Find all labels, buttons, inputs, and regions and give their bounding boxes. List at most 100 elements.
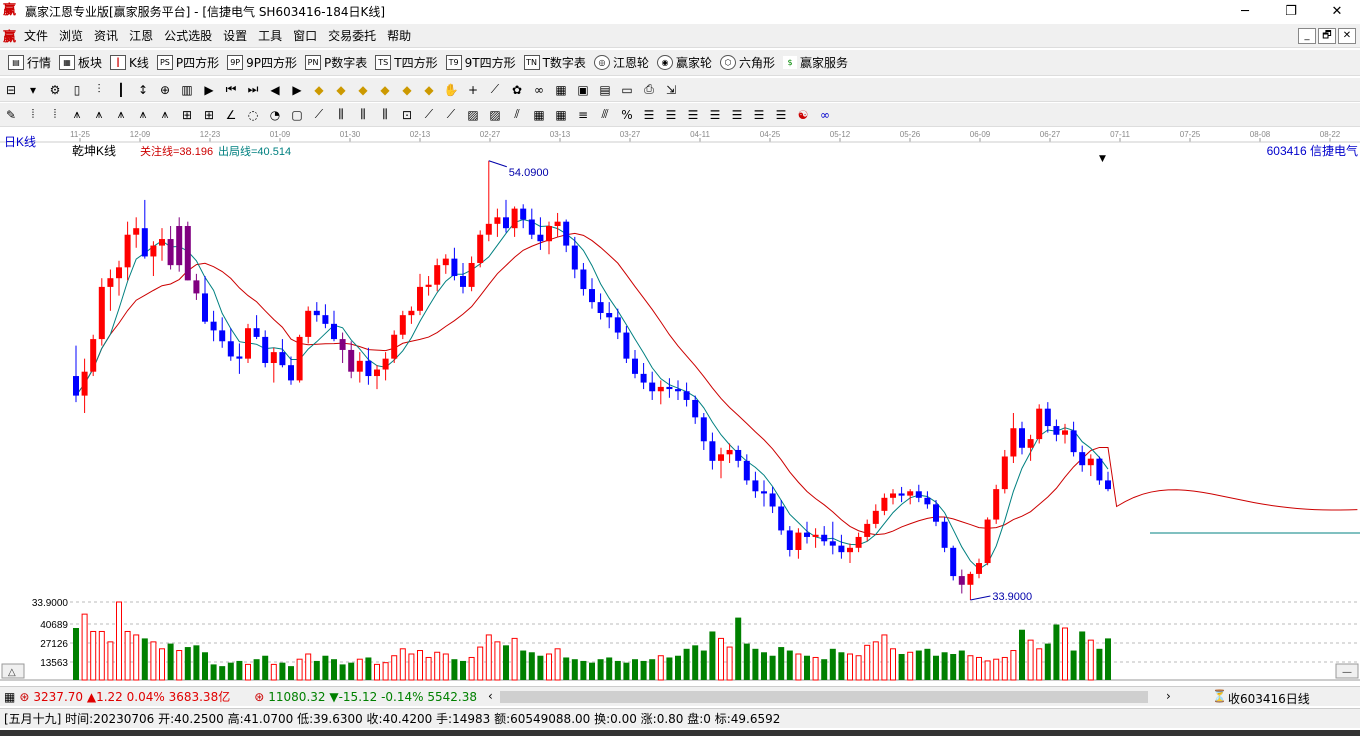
menu-gann[interactable]: 江恩 — [125, 27, 160, 44]
rays-icon[interactable]: ⟋ — [312, 107, 326, 122]
filter-icon[interactable]: ⏳ — [1212, 689, 1227, 703]
zoom-icon[interactable]: ⊕ — [158, 83, 172, 97]
mdi-close-button[interactable]: ✕ — [1338, 28, 1356, 44]
mdi-restore-button[interactable]: 🗗 — [1318, 28, 1336, 44]
volume-icon[interactable]: ▥ — [180, 83, 194, 97]
trend-icon[interactable]: ⟋ — [488, 82, 502, 97]
grid-icon[interactable]: ▦ — [4, 690, 15, 704]
square-icon[interactable]: ▢ — [290, 108, 304, 122]
grid-icon[interactable]: ⊞ — [202, 108, 216, 122]
comb-2-icon[interactable]: ⫼ — [378, 107, 392, 122]
crosshair-icon[interactable]: + — [466, 83, 480, 97]
menu-settings[interactable]: 设置 — [219, 27, 254, 44]
levels-6-icon[interactable]: ☰ — [752, 108, 766, 122]
fan-3-icon[interactable]: ⩚ — [114, 107, 128, 122]
index-icon[interactable]: ↕ — [136, 83, 150, 97]
horizontal-scrollbar[interactable] — [500, 691, 1148, 703]
cycle-icon[interactable]: ◌ — [246, 108, 260, 122]
table-2-icon[interactable]: ▦ — [554, 108, 568, 122]
first-icon[interactable]: ⏮ — [224, 82, 238, 97]
candle-icon[interactable]: ┃ — [114, 83, 128, 97]
calc-icon[interactable]: ▣ — [576, 83, 590, 97]
toolbar-p-square[interactable]: PS P四方形 — [156, 54, 219, 71]
last-icon[interactable]: ⏭ — [246, 82, 260, 97]
toolbar-p-number[interactable]: PN P数字表 — [305, 54, 367, 71]
next-icon[interactable]: ▶ — [290, 83, 304, 97]
chart-settings-icon[interactable]: ⚙ — [48, 83, 62, 97]
document-icon[interactable]: ▯ — [70, 83, 84, 97]
menu-window[interactable]: 窗口 — [289, 27, 324, 44]
color-icon[interactable]: ▶ — [202, 83, 216, 97]
hand-icon[interactable]: ✋ — [444, 83, 459, 97]
pen-icon[interactable]: ✎ — [4, 108, 18, 122]
toolbar-9p-square[interactable]: 9P 9P四方形 — [227, 54, 297, 71]
toolbar-sector[interactable]: ▦ 板块 — [59, 54, 102, 71]
toolbar-quotes[interactable]: ▤ 行情 — [8, 54, 51, 71]
levels-2-icon[interactable]: ☰ — [664, 108, 678, 122]
levels-1-icon[interactable]: ☰ — [642, 108, 656, 122]
parallel-icon[interactable]: ⫽ — [510, 107, 524, 122]
diamond-5-icon[interactable]: ◆ — [400, 83, 414, 97]
hatch-1-icon[interactable]: ▨ — [466, 108, 480, 122]
diamond-3-icon[interactable]: ◆ — [356, 83, 370, 97]
toolbar-service[interactable]: $ 赢家服务 — [782, 54, 848, 71]
kline-chart[interactable]: 11-25 12-09 12-23 01-09 01-30 02-13 02-27 03-13… — [0, 128, 1360, 684]
levels-5-icon[interactable]: ☰ — [730, 108, 744, 122]
toolbar-t-number[interactable]: TN T数字表 — [523, 54, 586, 71]
layout-icon[interactable]: ⊟ — [4, 83, 18, 97]
menu-formula[interactable]: 公式选股 — [160, 27, 219, 44]
close-button[interactable]: ✕ — [1314, 0, 1360, 22]
report-icon[interactable]: ▤ — [598, 83, 612, 97]
scroll-left-icon[interactable]: ‹ — [488, 689, 493, 703]
yin-yang-icon[interactable]: ☯ — [796, 108, 810, 122]
fan-2-icon[interactable]: ⩚ — [92, 107, 106, 122]
diamond-1-icon[interactable]: ◆ — [312, 83, 326, 97]
export-icon[interactable]: ⇲ — [664, 83, 678, 97]
menu-tools[interactable]: 工具 — [254, 27, 289, 44]
bar-chart-icon[interactable]: ⫶ — [92, 82, 106, 97]
menu-browse[interactable]: 浏览 — [55, 27, 90, 44]
fan-4-icon[interactable]: ⩚ — [136, 107, 150, 122]
comb-1-icon[interactable]: ⫼ — [356, 107, 370, 122]
prev-icon[interactable]: ◀ — [268, 83, 282, 97]
vline-1-icon[interactable]: ⦙ — [26, 107, 40, 122]
toolbar-winner-wheel[interactable]: ◉ 赢家轮 — [656, 54, 712, 71]
table-1-icon[interactable]: ▦ — [532, 108, 546, 122]
angle-icon[interactable]: ∠ — [224, 108, 238, 122]
toolbar-hexagon[interactable]: ⬡ 六角形 — [719, 54, 775, 71]
diamond-6-icon[interactable]: ◆ — [422, 83, 436, 97]
menu-info[interactable]: 资讯 — [90, 27, 125, 44]
infinity-icon[interactable]: ∞ — [818, 108, 832, 122]
link-icon[interactable]: ∞ — [532, 83, 546, 97]
diamond-4-icon[interactable]: ◆ — [378, 83, 392, 97]
line-1-icon[interactable]: ⟋ — [422, 107, 436, 122]
menu-help[interactable]: 帮助 — [383, 27, 418, 44]
toolbar-9t-square[interactable]: T9 9T四方形 — [445, 54, 516, 71]
dropdown-icon[interactable]: ▾ — [26, 83, 40, 97]
minimize-button[interactable]: ─ — [1222, 0, 1268, 22]
fan-1-icon[interactable]: ⩚ — [70, 107, 84, 122]
percent-icon[interactable]: % — [620, 108, 634, 122]
fan-5-icon[interactable]: ⩚ — [158, 107, 172, 122]
print-icon[interactable]: ⎙ — [642, 82, 656, 97]
maximize-button[interactable]: ❐ — [1268, 0, 1314, 22]
circle-grid-icon[interactable]: ⊞ — [180, 108, 194, 122]
levels-7-icon[interactable]: ☰ — [774, 108, 788, 122]
menu-file[interactable]: 文件 — [20, 27, 55, 44]
mdi-minimize-button[interactable]: _ — [1298, 28, 1316, 44]
diamond-2-icon[interactable]: ◆ — [334, 83, 348, 97]
fib-fan-icon[interactable]: ⫻ — [598, 107, 612, 122]
toolbar-gann-wheel[interactable]: ◎ 江恩轮 — [593, 54, 649, 71]
levels-3-icon[interactable]: ☰ — [686, 108, 700, 122]
levels-4-icon[interactable]: ☰ — [708, 108, 722, 122]
line-2-icon[interactable]: ⟋ — [444, 107, 458, 122]
gift-icon[interactable]: ✿ — [510, 83, 524, 97]
pie-icon[interactable]: ◔ — [268, 108, 282, 122]
toolbar-kline[interactable]: ┃ K线 — [110, 54, 149, 71]
scroll-right-icon[interactable]: › — [1166, 689, 1171, 703]
calendar-icon[interactable]: ▦ — [554, 83, 568, 97]
box-icon[interactable]: ⊡ — [400, 108, 414, 122]
save-icon[interactable]: ▭ — [620, 83, 634, 97]
hatch-2-icon[interactable]: ▨ — [488, 108, 502, 122]
bars-icon[interactable]: ⫼ — [334, 107, 348, 122]
